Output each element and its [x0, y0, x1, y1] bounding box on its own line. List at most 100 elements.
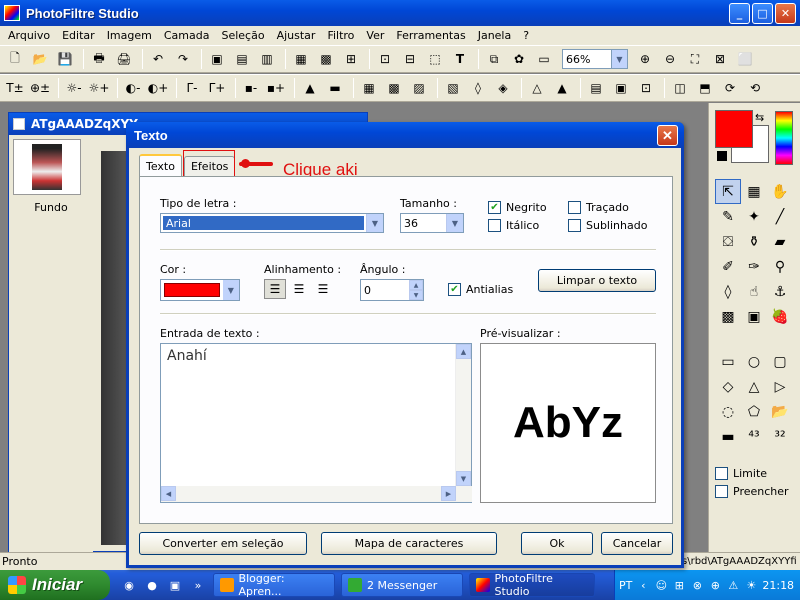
zoom-in-icon[interactable]: ⊕ — [634, 48, 656, 70]
rectangle-icon[interactable]: ▭ — [715, 349, 741, 374]
fill-bucket-icon[interactable]: ⛋ — [715, 229, 741, 254]
clone-icon[interactable]: ⚓ — [767, 279, 793, 304]
saturation-minus-icon[interactable]: ▪- — [240, 77, 262, 99]
zoom-select[interactable]: 66% ▼ — [562, 49, 628, 69]
sharp-icon[interactable]: △ — [526, 77, 548, 99]
crop-icon[interactable]: ⬚ — [424, 48, 446, 70]
menu-filtro[interactable]: Filtro — [321, 29, 360, 42]
print-preview-icon[interactable]: 🖨 — [113, 48, 135, 70]
copy-image-icon[interactable]: ▣ — [206, 48, 228, 70]
pattern-icon[interactable]: ▩ — [715, 304, 741, 329]
polygon-icon[interactable]: ⬠ — [741, 399, 767, 424]
new-file-icon[interactable]: 🗋 — [4, 48, 26, 70]
chevron-down-icon[interactable]: ▼ — [222, 280, 239, 300]
strawberry-icon[interactable]: 🍓 — [767, 304, 793, 329]
arrow-shape-icon[interactable]: ▷ — [767, 374, 793, 399]
text-input[interactable]: Anahí ▲ ▼ ◀ ▶ — [160, 343, 472, 503]
tray-shield-icon[interactable]: ⊗ — [690, 578, 704, 592]
default-colors-icon[interactable] — [717, 151, 727, 161]
effect-icon[interactable]: ▧ — [442, 77, 464, 99]
minimize-button[interactable]: _ — [729, 3, 750, 24]
convert-selection-button[interactable]: Converter em seleção — [139, 532, 307, 555]
resize-icon[interactable]: ⊡ — [374, 48, 396, 70]
mirror-icon[interactable]: ◫ — [669, 77, 691, 99]
preencher-checkbox[interactable]: Preencher — [715, 485, 789, 498]
menu-ver[interactable]: Ver — [360, 29, 390, 42]
quick-launch-more-icon[interactable]: » — [189, 576, 207, 594]
saturation-plus-icon[interactable]: ▪+ — [265, 77, 287, 99]
advanced-brush-icon[interactable]: ✑ — [741, 254, 767, 279]
start-button[interactable]: Iniciar — [0, 570, 110, 600]
eraser-icon[interactable]: ▰ — [767, 229, 793, 254]
lasso-icon[interactable]: ◌ — [715, 399, 741, 424]
rotate-icon[interactable]: ⟳ — [719, 77, 741, 99]
language-indicator[interactable]: PT — [619, 579, 632, 592]
aspect-32-icon[interactable]: ³² — [767, 424, 793, 449]
angle-spinner[interactable]: 0 ▲ ▼ — [360, 279, 424, 301]
ok-button[interactable]: Ok — [521, 532, 593, 555]
gradient-icon[interactable]: ▤ — [585, 77, 607, 99]
layers-icon[interactable]: ⧉ — [483, 48, 505, 70]
save-icon[interactable]: 💾 — [54, 48, 76, 70]
maximize-button[interactable]: □ — [752, 3, 773, 24]
chevron-down-icon[interactable]: ▼ — [446, 214, 463, 232]
image-tube-icon[interactable]: ▣ — [741, 304, 767, 329]
rotate-back-icon[interactable]: ⟲ — [744, 77, 766, 99]
tray-bulb-icon[interactable]: ☀ — [744, 578, 758, 592]
antialias-checkbox[interactable]: ✔ Antialias — [448, 283, 513, 296]
contrast-plus-icon[interactable]: ◐+ — [147, 77, 169, 99]
grayscale-icon[interactable]: ▲ — [299, 77, 321, 99]
option-a-icon[interactable]: ▬ — [715, 424, 741, 449]
quick-launch-icon-2[interactable]: ● — [143, 576, 161, 594]
font-select[interactable]: Arial ▼ — [160, 213, 384, 233]
vertical-scrollbar[interactable]: ▲ ▼ — [455, 344, 471, 486]
bold-checkbox[interactable]: ✔ Negrito — [488, 201, 547, 214]
brush-icon[interactable]: ✐ — [715, 254, 741, 279]
cancel-button[interactable]: Cancelar — [601, 532, 673, 555]
spin-down-icon[interactable]: ▼ — [409, 290, 423, 300]
selection-tool-icon[interactable]: ▦ — [741, 179, 767, 204]
contrast-minus-icon[interactable]: ◐- — [122, 77, 144, 99]
limite-checkbox[interactable]: Limite — [715, 467, 767, 480]
smudge-icon[interactable]: ☝ — [741, 279, 767, 304]
menu-help[interactable]: ? — [517, 29, 535, 42]
blur-icon[interactable]: ▦ — [358, 77, 380, 99]
spin-up-icon[interactable]: ▲ — [409, 280, 423, 290]
tray-messenger-icon[interactable]: ☺ — [654, 578, 668, 592]
align-center-icon[interactable]: ☰ — [288, 279, 310, 299]
sharp-plus-icon[interactable]: ▲ — [551, 77, 573, 99]
align-right-icon[interactable]: ☰ — [312, 279, 334, 299]
canvas-icon[interactable]: ⊟ — [399, 48, 421, 70]
redo-icon[interactable]: ↷ — [172, 48, 194, 70]
task-blogger[interactable]: Blogger: Apren... — [213, 572, 335, 598]
menu-selecao[interactable]: Seleção — [215, 29, 270, 42]
text-tool-icon[interactable]: T — [449, 48, 471, 70]
brightness-plus-icon[interactable]: ☼+ — [88, 77, 110, 99]
eyedropper-icon[interactable]: ✎ — [715, 204, 741, 229]
gamma-minus-icon[interactable]: Γ- — [181, 77, 203, 99]
undo-icon[interactable]: ↶ — [147, 48, 169, 70]
tab-texto[interactable]: Texto — [139, 154, 182, 176]
menu-editar[interactable]: Editar — [56, 29, 101, 42]
dialog-close-button[interactable]: ✕ — [657, 125, 678, 146]
chevron-down-icon[interactable]: ▼ — [366, 214, 383, 232]
pointer-tool-icon[interactable]: ⇱ — [715, 179, 741, 204]
gray-icon[interactable]: ▦ — [290, 48, 312, 70]
print-icon[interactable]: 🖶 — [88, 48, 110, 70]
zoom-out-icon[interactable]: ⊖ — [659, 48, 681, 70]
antialias-check[interactable]: ✔ — [448, 283, 461, 296]
gamma-plus-icon[interactable]: Γ+ — [206, 77, 228, 99]
menu-camada[interactable]: Camada — [158, 29, 216, 42]
paste-new-icon[interactable]: ▥ — [256, 48, 278, 70]
task-photofiltre[interactable]: PhotoFiltre Studio — [469, 572, 595, 598]
strike-checkbox[interactable]: Traçado — [568, 201, 629, 214]
blur-drop-icon[interactable]: ◊ — [715, 279, 741, 304]
color-select[interactable]: ▼ — [160, 279, 240, 301]
stamp-icon[interactable]: ⚲ — [767, 254, 793, 279]
chevron-down-icon[interactable]: ▼ — [611, 50, 627, 68]
clear-text-button[interactable]: Limpar o texto — [538, 269, 656, 292]
task-messenger[interactable]: 2 Messenger — [341, 573, 463, 597]
menu-ajustar[interactable]: Ajustar — [271, 29, 322, 42]
ellipse-icon[interactable]: ○ — [741, 349, 767, 374]
tray-arrow-icon[interactable]: ‹ — [636, 578, 650, 592]
